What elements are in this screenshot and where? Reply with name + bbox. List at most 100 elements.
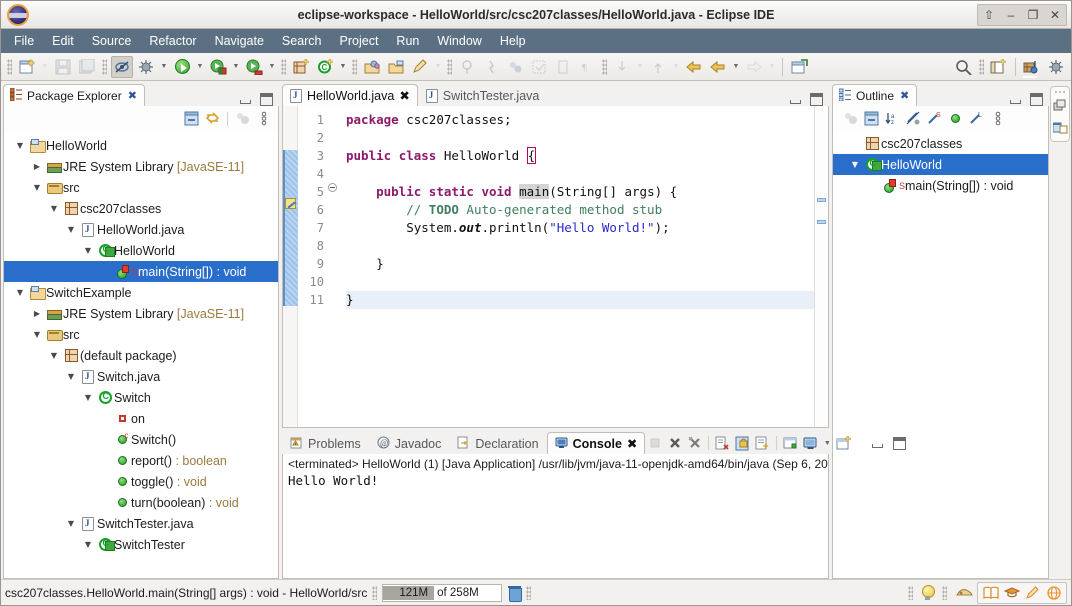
minimize-editor-button[interactable] <box>789 93 802 106</box>
debug-button[interactable] <box>135 56 157 78</box>
tree-row[interactable]: ▼ SwitchTester.java <box>4 513 278 534</box>
open-perspective-button[interactable] <box>988 56 1010 78</box>
hide-nonpublic-icon[interactable] <box>946 109 965 128</box>
word-wrap-icon[interactable] <box>753 434 772 453</box>
status-grip-2[interactable] <box>526 585 532 600</box>
tree-twisty[interactable]: ▼ <box>847 160 863 169</box>
menu-run[interactable]: Run <box>387 31 428 51</box>
java-perspective-button[interactable] <box>1021 56 1043 78</box>
menu-navigate[interactable]: Navigate <box>206 31 273 51</box>
new-window-button[interactable] <box>788 56 810 78</box>
collapse-all-icon[interactable] <box>182 109 201 128</box>
tree-twisty[interactable]: ▶ <box>29 309 45 318</box>
forward-dropdown[interactable]: ▼ <box>766 56 778 78</box>
new-java-class-button[interactable]: C <box>314 56 336 78</box>
open-task-button[interactable] <box>385 56 407 78</box>
save-button[interactable] <box>52 56 74 78</box>
tree-row[interactable]: ▼ Switch <box>4 387 278 408</box>
maximize-button[interactable]: ❐ <box>1022 5 1044 25</box>
tree-twisty[interactable]: ▼ <box>63 519 79 528</box>
coverage-dropdown[interactable]: ▼ <box>230 56 242 78</box>
open-type-button[interactable] <box>361 56 383 78</box>
hide-fields-icon[interactable] <box>904 109 923 128</box>
maximize-view-button[interactable] <box>1030 93 1043 106</box>
menu-window[interactable]: Window <box>428 31 490 51</box>
console-output-area[interactable]: <terminated> HelloWorld (1) [Java Applic… <box>282 454 829 579</box>
view-menu-icon[interactable] <box>254 109 273 128</box>
tree-row[interactable]: Smain(String[]) : void <box>833 175 1048 196</box>
tree-row[interactable]: ▼ HelloWorld.java <box>4 219 278 240</box>
next-annotation-button[interactable] <box>456 56 478 78</box>
restore-up-button[interactable]: ⇧ <box>978 5 1000 25</box>
minimize-view-button[interactable] <box>1009 93 1022 106</box>
editor-area[interactable]: 1 2 3 4 5 6 7 8 9 10 11 package csc207classes; pub… <box>282 106 829 428</box>
tree-row[interactable]: ▼ (default package) <box>4 345 278 366</box>
menu-project[interactable]: Project <box>331 31 388 51</box>
tree-twisty[interactable]: ▼ <box>63 225 79 234</box>
outline-tree-container[interactable]: csc207classes ▼ HelloWorld Smain(String[]) … <box>832 131 1049 579</box>
toolbar-grip[interactable] <box>7 58 12 75</box>
forward-history-button[interactable] <box>707 56 729 78</box>
close-button[interactable]: ✕ <box>1044 5 1066 25</box>
tab-switchtester-java[interactable]: SwitchTester.java <box>418 84 548 106</box>
tab-problems[interactable]: Problems <box>282 432 369 454</box>
tree-twisty[interactable]: ▼ <box>46 351 62 360</box>
package-explorer-minimized-icon[interactable] <box>1052 121 1068 138</box>
sort-icon[interactable]: az <box>883 109 902 128</box>
hide-local-types-icon[interactable]: L <box>967 109 986 128</box>
tree-row[interactable]: on <box>4 408 278 429</box>
toolbar-grip-3[interactable] <box>281 58 286 75</box>
tree-row[interactable]: ▶ JRE System Library [JavaSE-11] <box>4 156 278 177</box>
tab-javadoc[interactable]: @ Javadoc <box>369 432 450 454</box>
globe-icon[interactable] <box>1044 584 1063 602</box>
tree-twisty[interactable]: ▼ <box>29 183 45 192</box>
run-external-dropdown[interactable]: ▼ <box>266 56 278 78</box>
close-icon[interactable]: ✖ <box>128 89 137 102</box>
book-icon[interactable] <box>981 584 1000 602</box>
debug-dropdown[interactable]: ▼ <box>158 56 170 78</box>
remove-all-terminated-icon[interactable] <box>685 434 704 453</box>
graduation-cap-icon[interactable] <box>1002 584 1021 602</box>
menu-help[interactable]: Help <box>491 31 535 51</box>
editor-marker-column[interactable] <box>283 106 298 427</box>
tree-row[interactable]: Switch() <box>4 429 278 450</box>
tree-twisty[interactable]: ▼ <box>80 540 96 549</box>
tree-row[interactable]: turn(boolean) : void <box>4 492 278 513</box>
smart-insert-icon[interactable] <box>955 584 974 602</box>
run-button[interactable] <box>171 56 193 78</box>
next-edit-dropdown[interactable]: ▼ <box>634 56 646 78</box>
tab-package-explorer[interactable]: Package Explorer ✖ <box>3 84 145 106</box>
toolbar-grip-7[interactable] <box>979 58 984 75</box>
remove-launch-icon[interactable] <box>665 434 684 453</box>
scroll-lock-icon[interactable] <box>733 434 752 453</box>
link-with-editor-icon[interactable] <box>203 109 222 128</box>
close-icon[interactable]: ✖ <box>627 436 637 451</box>
menu-source[interactable]: Source <box>83 31 141 51</box>
terminate-icon[interactable] <box>645 434 664 453</box>
coverage-button[interactable] <box>207 56 229 78</box>
hide-static-icon[interactable]: S <box>925 109 944 128</box>
close-icon[interactable]: ✖ <box>399 88 409 103</box>
annotation-dropdown[interactable]: ▼ <box>432 56 444 78</box>
collapse-all-icon[interactable] <box>862 109 881 128</box>
tree-row[interactable]: csc207classes <box>833 133 1048 154</box>
focus-on-active-task-icon[interactable] <box>233 109 252 128</box>
tree-row[interactable]: ▼ src <box>4 177 278 198</box>
save-all-button[interactable] <box>76 56 98 78</box>
tree-row[interactable]: ▼ HelloWorld <box>4 240 278 261</box>
heap-status[interactable]: 121M of 258M <box>382 583 503 602</box>
menu-edit[interactable]: Edit <box>43 31 83 51</box>
new-class-dropdown[interactable]: ▼ <box>337 56 349 78</box>
previous-edit-button[interactable] <box>647 56 669 78</box>
debug-perspective-button[interactable] <box>1045 56 1067 78</box>
next-edit-button[interactable] <box>611 56 633 78</box>
tree-row[interactable]: ▼ csc207classes <box>4 198 278 219</box>
maximize-view-button[interactable] <box>260 93 273 106</box>
tree-row[interactable]: ▼ HelloWorld <box>4 135 278 156</box>
tree-twisty[interactable]: ▼ <box>29 330 45 339</box>
display-selected-console-icon[interactable] <box>801 434 820 453</box>
block-selection-button[interactable] <box>552 56 574 78</box>
editor-overview-ruler[interactable] <box>814 106 828 427</box>
tab-outline[interactable]: Outline ✖ <box>832 84 918 106</box>
toolbar-grip-4[interactable] <box>352 58 357 75</box>
